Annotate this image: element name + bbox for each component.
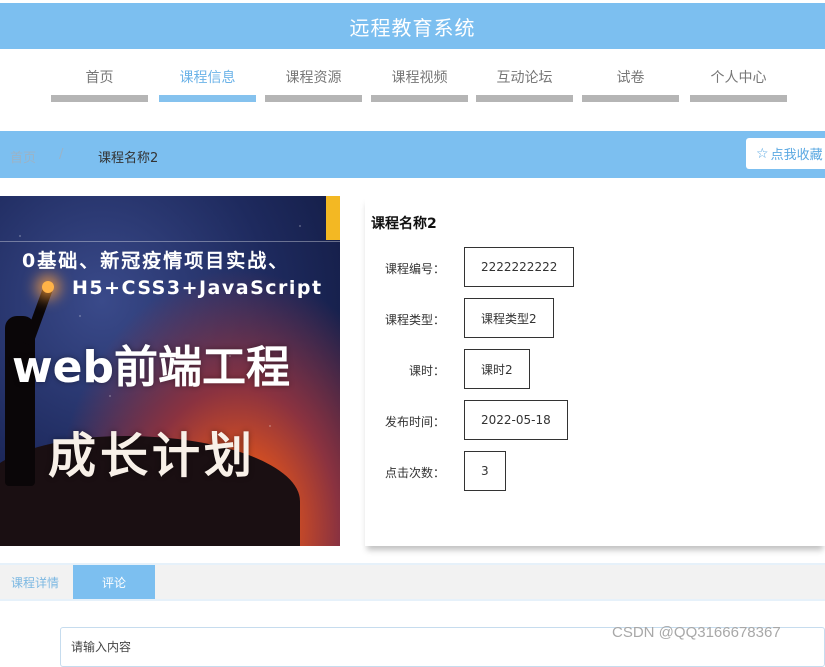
site-title: 远程教育系统 [349,15,476,40]
nav-item-label: 课程信息 [179,70,236,86]
course-info-panel: 课程名称2 课程编号： 2222222222 课程类型： 课程类型2 课时： 课… [365,196,825,546]
cover-corner-tag [326,196,340,240]
cover-divider [0,241,340,242]
field-click-count: 点击次数： 3 [365,451,825,491]
breadcrumb-current: 课程名称2 [98,151,159,166]
tab-comments[interactable]: 评论 [73,565,155,599]
nav-underline [476,95,573,102]
watermark: CSDN @QQ3166678367 [612,624,781,641]
star-outline-icon: ☆ [756,145,769,162]
nav-item-label: 课程视频 [391,70,448,86]
field-value: 2022-05-18 [464,400,568,440]
nav-item-home[interactable]: 首页 [51,50,148,105]
main-nav: 首页 课程信息 课程资源 课程视频 互动论坛 试卷 个人中心 [0,50,825,110]
field-label: 课程编号： [384,262,445,276]
course-cover-image: 0基础、新冠疫情项目实战、 H5+CSS3+JavaScript web前端工程… [0,196,340,546]
nav-item-course-info[interactable]: 课程信息 [159,50,256,105]
field-value: 课时2 [464,349,530,389]
nav-item-personal-center[interactable]: 个人中心 [690,50,787,105]
field-course-type: 课程类型： 课程类型2 [365,298,825,338]
nav-underline [371,95,468,102]
cover-subtitle-1: 0基础、新冠疫情项目实战、 [22,250,290,272]
field-publish-date: 发布时间： 2022-05-18 [365,400,825,440]
field-course-hours: 课时： 课时2 [365,349,825,389]
field-label: 课时： [408,364,445,378]
field-value: 3 [464,451,506,491]
field-value: 课程类型2 [464,298,554,338]
header-bar: 远程教育系统 [0,3,825,49]
field-value: 2222222222 [464,247,575,287]
tab-course-detail[interactable]: 课程详情 [0,565,70,599]
nav-item-forum[interactable]: 互动论坛 [476,50,573,105]
course-name: 课程名称2 [371,216,437,232]
cover-subtitle-2: H5+CSS3+JavaScript [72,277,323,299]
nav-underline [265,95,362,102]
nav-item-course-resources[interactable]: 课程资源 [265,50,362,105]
favorite-button[interactable]: ☆ 点我收藏 [746,138,825,169]
breadcrumb-separator: / [59,147,64,162]
cover-headline-1: web前端工程 [12,342,290,393]
nav-item-label: 个人中心 [710,70,767,86]
detail-tabs: 课程详情 评论 [0,563,825,601]
nav-underline [51,95,148,102]
field-label: 课程类型： [384,313,445,327]
nav-underline [582,95,679,102]
nav-item-exams[interactable]: 试卷 [582,50,679,105]
nav-item-label: 互动论坛 [496,70,553,86]
cover-headline-2: 成长计划 [48,428,257,484]
favorite-label: 点我收藏 [770,148,823,163]
breadcrumb: 首页 / 课程名称2 ☆ 点我收藏 [0,131,825,178]
nav-underline [690,95,787,102]
field-label: 发布时间： [384,415,445,429]
nav-item-course-videos[interactable]: 课程视频 [371,50,468,105]
torch-light-icon [42,281,54,293]
nav-item-label: 首页 [85,70,114,86]
field-course-id: 课程编号： 2222222222 [365,247,825,287]
nav-item-label: 试卷 [616,70,645,86]
breadcrumb-home-link[interactable]: 首页 [10,147,36,166]
nav-underline [159,95,256,102]
nav-item-label: 课程资源 [285,70,342,86]
field-label: 点击次数： [384,466,445,480]
